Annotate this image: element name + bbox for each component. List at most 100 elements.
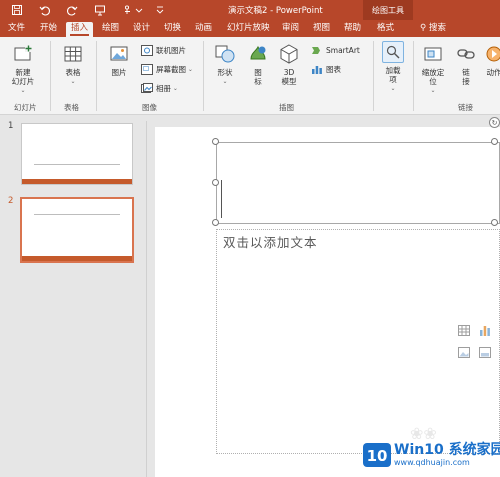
chevron-down-icon: ⌄ [20, 87, 26, 94]
customize-qat-icon[interactable] [153, 3, 167, 17]
addins-button[interactable]: 加载 项 ⌄ [381, 41, 405, 93]
save-icon[interactable] [10, 3, 24, 17]
group-label-links: 链接 [458, 103, 473, 112]
resize-handle[interactable] [212, 138, 219, 145]
link-button[interactable]: 链 接 [455, 43, 477, 86]
tab-file[interactable]: 文件 [8, 22, 25, 37]
new-slide-icon [12, 43, 34, 65]
title-placeholder[interactable] [216, 142, 500, 224]
resize-handle[interactable] [491, 219, 498, 226]
drawing-tools-context-label: 绘图工具 [363, 0, 413, 20]
screenshot-icon [141, 64, 153, 75]
tab-animations[interactable]: 动画 [195, 22, 212, 37]
content-placeholder-prompt: 双击以添加文本 [223, 235, 318, 250]
touch-mode-icon[interactable] [121, 3, 135, 17]
tab-transitions[interactable]: 切换 [164, 22, 181, 37]
content-placeholder[interactable] [216, 229, 500, 454]
online-picture-label: 联机图片 [156, 46, 186, 55]
search-box[interactable]: ⚲ 搜索 [420, 22, 446, 37]
smartart-button[interactable]: SmartArt [311, 45, 360, 56]
chevron-down-icon: ⌄ [222, 78, 228, 85]
chevron-down-icon: ⌄ [390, 85, 396, 92]
resize-handle[interactable] [212, 179, 219, 186]
tab-home[interactable]: 开始 [40, 22, 57, 37]
touch-mode-dropdown-icon[interactable] [135, 3, 143, 17]
shapes-button[interactable]: 形状 ⌄ [211, 43, 239, 86]
action-label: 动作 [486, 68, 500, 77]
tab-draw[interactable]: 绘图 [102, 22, 119, 37]
group-label-slides: 幻灯片 [14, 103, 37, 112]
table-label: 表格 [65, 68, 81, 77]
ribbon-separator [203, 41, 204, 111]
tab-format[interactable]: 格式 [377, 22, 394, 37]
tab-view[interactable]: 视图 [313, 22, 330, 37]
tab-help[interactable]: 帮助 [344, 22, 361, 37]
action-button[interactable]: 动作 [484, 43, 500, 77]
tab-design[interactable]: 设计 [133, 22, 150, 37]
new-slide-label: 新建 幻灯片 [11, 68, 35, 86]
slide-thumbnail-1[interactable] [21, 123, 133, 185]
screenshot-button[interactable]: 屏幕截图 ⌄ [141, 64, 193, 75]
insert-table-icon[interactable] [458, 325, 470, 336]
title-bar: 演示文稿2 - PowerPoint 绘图工具 [0, 0, 500, 20]
table-icon [62, 43, 84, 65]
3d-models-button[interactable]: 3D 模型 [276, 43, 302, 86]
table-button[interactable]: 表格 ⌄ [58, 43, 88, 86]
watermark-text: Win10 系统家园 www.qdhuajin.com [394, 441, 500, 468]
tab-slideshow[interactable]: 幻灯片放映 [227, 22, 270, 37]
icons-label: 图 标 [254, 68, 262, 86]
text-cursor [221, 180, 222, 218]
insert-chart-icon[interactable] [479, 325, 491, 336]
link-label: 链 接 [462, 68, 470, 86]
chevron-down-icon: ⌄ [171, 85, 178, 92]
resize-handle[interactable] [491, 138, 498, 145]
chart-label: 图表 [326, 65, 341, 74]
new-slide-button[interactable]: 新建 幻灯片 ⌄ [7, 43, 39, 95]
document-title: 演示文稿2 - PowerPoint [228, 6, 323, 16]
action-icon [483, 43, 500, 65]
watermark: 10 Win10 系统家园 www.qdhuajin.com [362, 439, 500, 471]
photo-album-icon [141, 83, 153, 94]
group-label-images: 图像 [142, 103, 157, 112]
thumbnail-number: 2 [8, 196, 14, 206]
icons-insert-icon [247, 43, 269, 65]
ribbon-separator [413, 41, 414, 111]
insert-picture-icon[interactable] [458, 347, 470, 358]
tab-review[interactable]: 审阅 [282, 22, 299, 37]
undo-icon[interactable] [38, 3, 52, 17]
chevron-down-icon: ⌄ [430, 87, 436, 94]
link-icon [455, 43, 477, 65]
ribbon-insert: 新建 幻灯片 ⌄ 表格 ⌄ 图片 联机图片 屏幕截图 ⌄ 相册 ⌄ 形状 ⌄ 图… [0, 37, 500, 115]
smartart-icon [311, 45, 323, 56]
photo-album-button[interactable]: 相册 ⌄ [141, 83, 178, 94]
photo-album-label: 相册 [156, 84, 171, 93]
group-label-tables: 表格 [64, 103, 79, 112]
thumbnail-accent-bar [22, 256, 132, 261]
online-picture-button[interactable]: 联机图片 [141, 45, 186, 56]
redo-icon[interactable] [65, 3, 79, 17]
slide-thumbnail-2[interactable] [20, 197, 134, 263]
chart-button[interactable]: 图表 [311, 64, 341, 75]
addins-label: 加载 项 [385, 66, 401, 84]
search-icon: ⚲ [420, 23, 429, 33]
picture-button[interactable]: 图片 [105, 43, 133, 77]
watermark-url: www.qdhuajin.com [394, 457, 470, 467]
watermark-brand: Win10 系统家园 [394, 441, 500, 458]
ribbon-separator [50, 41, 51, 111]
watermark-logo-icon: 10 [362, 440, 392, 470]
ribbon-separator [373, 41, 374, 111]
shapes-icon [214, 43, 236, 65]
resize-handle[interactable] [212, 219, 219, 226]
start-slideshow-icon[interactable] [93, 3, 107, 17]
tab-insert[interactable]: 插入 [66, 22, 94, 37]
online-picture-icon [141, 45, 153, 56]
rotate-handle-icon[interactable]: ↻ [489, 117, 500, 128]
icons-button[interactable]: 图 标 [246, 43, 270, 86]
zoom-button[interactable]: 缩放定 位 ⌄ [418, 43, 448, 95]
chevron-down-icon: ⌄ [186, 66, 193, 73]
chart-icon [311, 64, 323, 75]
zoom-icon [422, 43, 444, 65]
smartart-label: SmartArt [326, 46, 360, 55]
picture-icon [108, 43, 130, 65]
insert-video-icon[interactable] [479, 347, 491, 358]
